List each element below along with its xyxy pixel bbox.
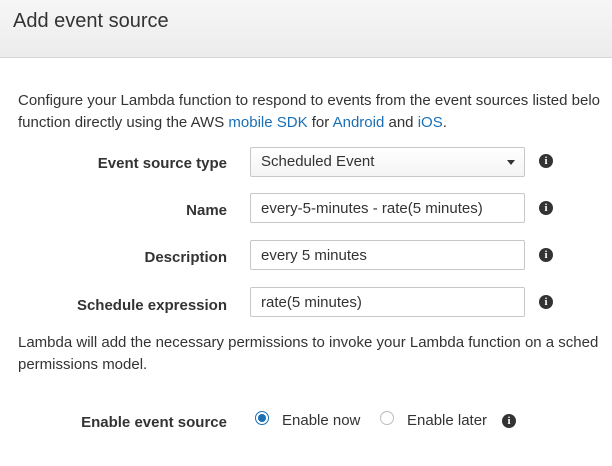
dialog-header: Add event source [0, 0, 612, 58]
enable-event-source-label: Enable event source [81, 414, 227, 431]
ios-link[interactable]: iOS [418, 114, 443, 131]
description-label: Description [144, 249, 227, 266]
intro-suffix: . [442, 114, 447, 131]
intro-and-text: and [384, 114, 418, 131]
dialog-title: Add event source [13, 10, 169, 32]
chevron-down-icon [507, 160, 515, 165]
schedule-expression-info-icon[interactable]: i [539, 295, 553, 309]
mobile-sdk-link[interactable]: mobile SDK [228, 114, 307, 131]
description-info-icon[interactable]: i [539, 248, 553, 262]
intro-text: Configure your Lambda function to respon… [18, 90, 612, 134]
add-event-source-dialog: Add event source Configure your Lambda f… [0, 0, 612, 466]
event-source-type-info-icon[interactable]: i [539, 154, 553, 168]
event-source-type-select[interactable]: Scheduled Event [250, 147, 525, 177]
permissions-note-line-1: Lambda will add the necessary permission… [18, 334, 599, 351]
name-info-icon[interactable]: i [539, 201, 553, 215]
schedule-expression-label: Schedule expression [76, 297, 227, 314]
event-source-type-value: Scheduled Event [261, 153, 375, 170]
intro-line-2: function directly using the AWS mobile S… [18, 112, 612, 134]
enable-now-radio[interactable] [255, 411, 269, 425]
enable-event-source-info-icon[interactable]: i [502, 414, 516, 428]
name-input[interactable] [250, 193, 525, 223]
event-source-type-label: Event source type [97, 155, 227, 172]
android-link[interactable]: Android [333, 114, 385, 131]
permissions-note: Lambda will add the necessary permission… [18, 332, 612, 376]
intro-line-2-prefix: function directly using the AWS [18, 114, 229, 131]
intro-line-1: Configure your Lambda function to respon… [18, 92, 601, 109]
description-input[interactable] [250, 240, 525, 270]
enable-later-radio[interactable] [380, 411, 394, 425]
enable-now-label[interactable]: Enable now [282, 412, 360, 429]
schedule-expression-input[interactable] [250, 287, 525, 317]
permissions-note-line-2: permissions model. [18, 356, 148, 373]
intro-for-text: for [307, 114, 333, 131]
name-label: Name [186, 202, 227, 219]
enable-later-label[interactable]: Enable later [407, 412, 487, 429]
